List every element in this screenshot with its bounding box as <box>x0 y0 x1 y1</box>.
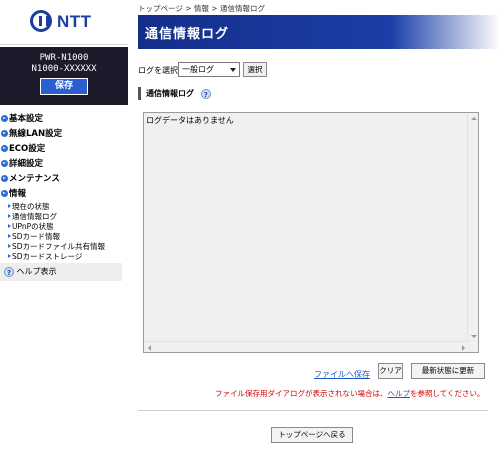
scroll-up-icon[interactable] <box>471 117 477 120</box>
sidebar-item-info[interactable]: 情報 <box>0 187 128 202</box>
logo: NTT <box>0 0 128 45</box>
section-title: 通信情報ログ ? <box>138 87 211 100</box>
sidebar-subitem-sd-share[interactable]: SDカードファイル共有情報 <box>0 242 128 252</box>
sidebar-item-label: メンテナンス <box>9 174 60 184</box>
save-button[interactable]: 保存 <box>40 78 88 95</box>
ntt-logo-icon <box>30 10 52 32</box>
device-info: PWR-N1000 N1000-XXXXXX 保存 <box>0 47 128 105</box>
triangle-right-icon <box>8 224 11 228</box>
sidebar-item-advanced[interactable]: 詳細設定 <box>0 157 128 172</box>
triangle-right-icon <box>8 204 11 208</box>
section-title-text: 通信情報ログ <box>146 89 194 98</box>
sidebar: NTT PWR-N1000 N1000-XXXXXX 保存 基本設定 無線LAN… <box>0 0 128 456</box>
sidebar-item-eco[interactable]: ECO設定 <box>0 142 128 157</box>
triangle-right-icon <box>8 244 11 248</box>
save-notice: ファイル保存用ダイアログが表示されない場合は、ヘルプを参照してください。 <box>215 388 485 399</box>
arrow-circle-icon <box>1 145 8 152</box>
title-bar: 通信情報ログ <box>138 15 500 49</box>
log-content: ログデータはありません <box>146 116 234 125</box>
device-serial: N1000-XXXXXX <box>31 64 97 74</box>
triangle-right-icon <box>8 254 11 258</box>
sidebar-item-maintenance[interactable]: メンテナンス <box>0 172 128 187</box>
breadcrumb: トップページ > 情報 > 通信情報ログ <box>138 4 265 13</box>
sidebar-subitem-sd-info[interactable]: SDカード情報 <box>0 232 128 242</box>
sidebar-subitem-current-status[interactable]: 現在の状態 <box>0 202 128 212</box>
clear-button[interactable]: クリア <box>378 363 403 379</box>
triangle-right-icon <box>8 214 11 218</box>
sidebar-item-wireless-lan[interactable]: 無線LAN設定 <box>0 127 128 142</box>
vertical-scrollbar[interactable] <box>467 113 478 352</box>
triangle-right-icon <box>8 234 11 238</box>
notice-text-after: を参照してください。 <box>410 389 485 398</box>
arrow-circle-icon <box>1 115 8 122</box>
arrow-circle-icon <box>1 190 8 197</box>
log-select-label: ログを選択 <box>138 66 178 75</box>
page-title: 通信情報ログ <box>145 27 230 42</box>
sidebar-subitem-comm-log[interactable]: 通信情報ログ <box>0 212 128 222</box>
scroll-down-icon[interactable] <box>471 335 477 338</box>
log-textarea[interactable]: ログデータはありません <box>143 112 479 353</box>
sidebar-item-basic-settings[interactable]: 基本設定 <box>0 112 128 127</box>
arrow-circle-icon <box>1 130 8 137</box>
divider <box>138 410 488 411</box>
sidebar-nav: 基本設定 無線LAN設定 ECO設定 詳細設定 メンテナンス 情報 現在の状態 … <box>0 112 128 262</box>
help-label: ヘルプ表示 <box>16 267 57 276</box>
sidebar-subitem-label: 現在の状態 <box>12 202 50 211</box>
sidebar-subitem-label: SDカードストレージ <box>12 252 83 261</box>
log-type-select[interactable]: 一般ログ <box>178 62 240 77</box>
logo-text: NTT <box>57 12 92 31</box>
sidebar-subitem-label: 通信情報ログ <box>12 212 57 221</box>
question-icon[interactable]: ? <box>200 88 211 99</box>
log-type-value: 一般ログ <box>182 65 214 74</box>
sidebar-subitem-label: SDカード情報 <box>12 232 61 241</box>
select-button[interactable]: 選択 <box>243 62 267 77</box>
arrow-circle-icon <box>1 175 8 182</box>
sidebar-subitem-upnp[interactable]: UPnPの状態 <box>0 222 128 232</box>
refresh-button[interactable]: 最新状態に更新 <box>411 363 485 379</box>
help-link[interactable]: ヘルプ <box>388 389 411 398</box>
sidebar-item-label: 情報 <box>9 189 27 199</box>
sidebar-item-label: 基本設定 <box>9 114 44 124</box>
sidebar-item-label: 無線LAN設定 <box>9 129 63 139</box>
sidebar-item-label: 詳細設定 <box>9 159 44 169</box>
sidebar-item-label: ECO設定 <box>9 144 46 154</box>
sidebar-subitem-label: UPnPの状態 <box>12 222 54 231</box>
scroll-left-icon[interactable] <box>148 345 151 351</box>
back-to-top-button[interactable]: トップページへ戻る <box>271 427 353 443</box>
help-toggle[interactable]: ? ヘルプ表示 <box>0 263 122 281</box>
save-to-file-link[interactable]: ファイルへ保存 <box>314 369 370 380</box>
horizontal-scrollbar[interactable] <box>144 341 469 352</box>
sidebar-subitem-sd-storage[interactable]: SDカードストレージ <box>0 252 128 262</box>
question-icon: ? <box>4 266 14 277</box>
main-content: トップページ > 情報 > 通信情報ログ 通信情報ログ ログを選択 一般ログ 選… <box>138 0 500 456</box>
notice-text-before: ファイル保存用ダイアログが表示されない場合は、 <box>215 389 388 398</box>
device-model: PWR-N1000 <box>39 53 89 63</box>
chevron-down-icon <box>230 68 236 72</box>
arrow-circle-icon <box>1 160 8 167</box>
sidebar-subitem-label: SDカードファイル共有情報 <box>12 242 106 251</box>
scroll-right-icon[interactable] <box>462 345 465 351</box>
